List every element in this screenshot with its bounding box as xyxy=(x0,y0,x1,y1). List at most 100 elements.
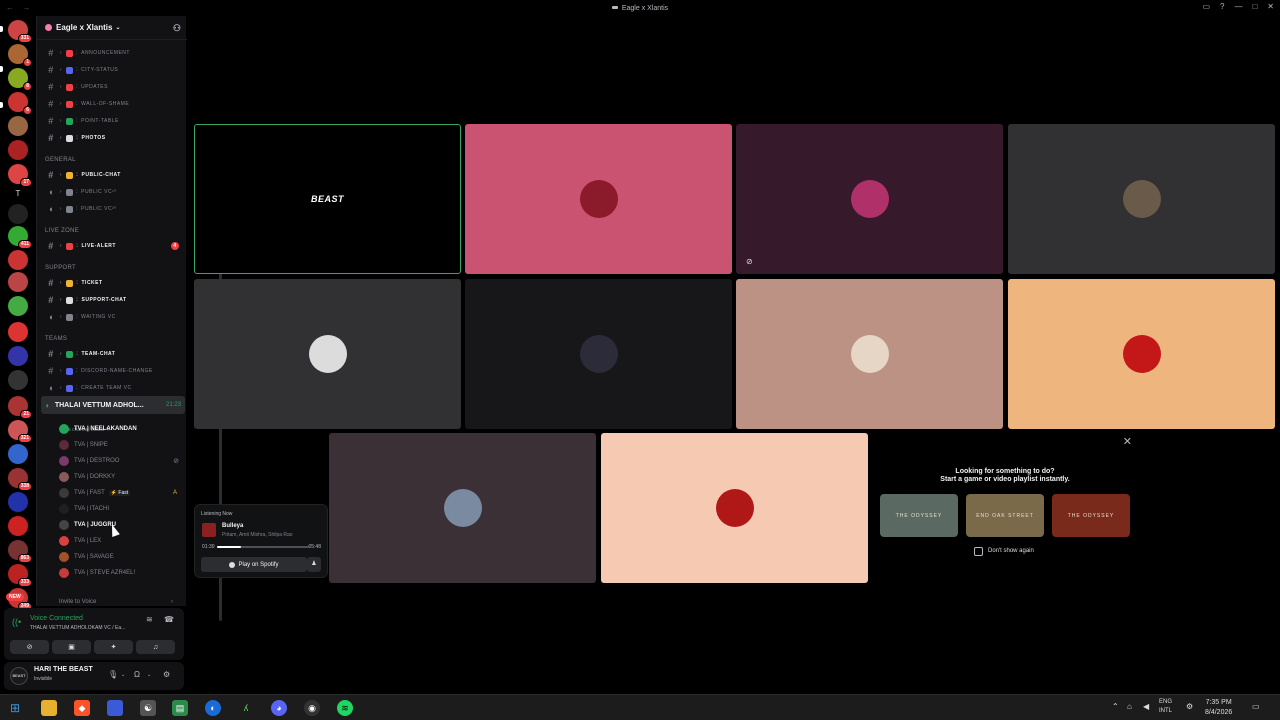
channel-discord-name-change[interactable]: # ›: DISCORD-NAME-CHANGE xyxy=(37,363,185,379)
server-icon[interactable] xyxy=(8,140,28,160)
volume-icon[interactable]: ◀ xyxy=(1143,702,1149,711)
voice-member[interactable]: TVA | NEELAKANDAN xyxy=(59,421,185,437)
server-icon[interactable] xyxy=(8,116,28,136)
add-user-icon[interactable]: ⚇ xyxy=(173,23,181,34)
category-teams[interactable]: TEAMS xyxy=(45,336,67,342)
channel-top-3[interactable]: # ›: WALL-OF-SHAME xyxy=(37,96,185,112)
windows-start-icon[interactable]: ⊞ xyxy=(7,700,23,716)
participant-tile[interactable]: ⊘ xyxy=(736,124,1003,274)
user-profile-button[interactable]: ♟ xyxy=(307,557,321,572)
server-icon[interactable]: 863 xyxy=(8,540,32,563)
server-icon[interactable] xyxy=(8,272,28,292)
voice-member[interactable]: TVA | ITACHI xyxy=(59,501,185,517)
notifications-icon[interactable]: ▭ xyxy=(1252,702,1260,711)
category-general[interactable]: GENERAL xyxy=(45,157,76,163)
server-icon[interactable] xyxy=(8,444,28,464)
server-icon[interactable] xyxy=(8,322,28,342)
channel-waiting-vc[interactable]: ◖ ›: WAITING VC xyxy=(37,309,185,325)
channel-team-chat[interactable]: # ›: TEAM-CHAT xyxy=(37,346,185,362)
app-green-icon[interactable]: ʎ xyxy=(238,700,254,716)
steam-icon[interactable]: ◉ xyxy=(304,700,320,716)
channel-public-vc-2[interactable]: ◖ ›: PUBLIC VC²⁰ xyxy=(37,201,185,217)
participant-tile[interactable] xyxy=(736,279,1003,429)
channel-top-4[interactable]: # ›: POINT-TABLE xyxy=(37,113,185,129)
clock[interactable]: 7:35 PM 8/4/2026 xyxy=(1205,698,1232,718)
maximize-button[interactable]: □ xyxy=(1252,2,1257,11)
microphone-icon[interactable]: 🎙 xyxy=(108,670,118,679)
voice-channel-active[interactable]: ◗ THALAI VETTUM ADHOL... 21:23 xyxy=(41,396,185,414)
gear-icon[interactable]: ⚙ xyxy=(163,670,170,679)
server-icon[interactable] xyxy=(8,346,28,366)
channel-top-2[interactable]: # ›: UPDATES xyxy=(37,79,185,95)
participant-tile[interactable] xyxy=(329,433,596,583)
video-off-button[interactable]: ⊘ xyxy=(10,640,49,654)
category-support[interactable]: SUPPORT xyxy=(45,265,76,271)
channel-public-vc-1[interactable]: ◖ ›: PUBLIC VC¹⁰ xyxy=(37,184,185,200)
channel-support-chat[interactable]: # ›: SUPPORT-CHAT xyxy=(37,292,185,308)
server-icon[interactable] xyxy=(8,204,28,224)
invite-to-voice[interactable]: Invite to Voice › xyxy=(59,599,173,605)
dont-show-checkbox[interactable] xyxy=(974,547,983,556)
channel-top-5[interactable]: # ›: PHOTOS xyxy=(37,130,185,146)
category-live[interactable]: LIVE ZONE xyxy=(45,228,79,234)
server-icon[interactable]: 17 xyxy=(8,164,32,187)
voice-connected-subtitle[interactable]: THALAI VETTUM ADHOLOKAM VC / Ea... xyxy=(30,625,125,631)
server-icon[interactable]: 321 xyxy=(8,420,32,443)
participant-tile[interactable] xyxy=(465,124,732,274)
participant-tile[interactable] xyxy=(1008,124,1275,274)
minimize-button[interactable]: — xyxy=(1234,2,1242,11)
channel-live-alert[interactable]: # ›: LIVE-ALERT 4 xyxy=(37,238,185,254)
participant-tile[interactable] xyxy=(1008,279,1275,429)
song-title[interactable]: Bulleya xyxy=(222,523,243,529)
voice-member[interactable]: TVA | STEVE AZR4EL! xyxy=(59,565,185,581)
dont-show-label[interactable]: Don't show again xyxy=(988,548,1034,554)
network-icon[interactable]: ⌂ xyxy=(1127,702,1132,711)
channel-top-0[interactable]: # ›: ANNOUNCEMENT xyxy=(37,45,185,61)
inbox-icon[interactable]: ▭ xyxy=(1202,2,1210,11)
brave-browser-icon[interactable]: ◆ xyxy=(74,700,90,716)
close-button[interactable]: ✕ xyxy=(1267,2,1274,11)
server-icon[interactable]: 21 xyxy=(8,396,32,419)
screen-share-button[interactable]: ▣ xyxy=(52,640,91,654)
channel-public-chat[interactable]: # ›: PUBLIC-CHAT xyxy=(37,167,185,183)
server-icon[interactable]: T xyxy=(8,184,28,204)
server-icon[interactable]: 1 xyxy=(8,44,32,67)
close-icon[interactable]: ✕ xyxy=(1123,435,1132,448)
voice-member[interactable]: TVA | SNIPE xyxy=(59,437,185,453)
activity-card[interactable]: THE ODYSSEY xyxy=(880,494,958,537)
server-icon[interactable] xyxy=(8,492,28,512)
server-icon[interactable] xyxy=(8,370,28,390)
server-icon[interactable] xyxy=(8,516,28,536)
server-icon[interactable]: 6 xyxy=(8,92,32,115)
disconnect-icon[interactable]: ☎ xyxy=(164,615,174,624)
spotify-taskbar-icon[interactable]: ≋ xyxy=(337,700,353,716)
app-window-icon[interactable] xyxy=(107,700,123,716)
app-gray-icon[interactable]: ☯ xyxy=(140,700,156,716)
user-avatar[interactable]: BEAST xyxy=(10,667,28,685)
signal-icon[interactable]: ((• xyxy=(12,617,21,627)
server-icon[interactable]: 411 xyxy=(8,226,32,249)
activity-card[interactable]: END OAK STREET xyxy=(966,494,1044,537)
server-icon[interactable]: 333 xyxy=(8,564,32,587)
voice-member[interactable]: TVA | SAVAGE xyxy=(59,549,185,565)
activity-card[interactable]: THE ODYSSEY xyxy=(1052,494,1130,537)
tray-chevron-icon[interactable]: ⌃ xyxy=(1112,702,1119,711)
server-header[interactable]: Eagle x Xlantis ⌄ ⚇ xyxy=(37,16,187,40)
server-icon[interactable] xyxy=(8,296,28,316)
help-icon[interactable]: ? xyxy=(1220,2,1224,11)
channel-ticket[interactable]: # ›: TICKET xyxy=(37,275,185,291)
headphones-chevron-icon[interactable]: ⌄ xyxy=(147,672,151,678)
headphones-icon[interactable]: Ω xyxy=(134,670,140,679)
noise-suppression-icon[interactable]: ≋ xyxy=(146,615,153,624)
mic-chevron-icon[interactable]: ⌄ xyxy=(121,672,125,678)
server-icon[interactable]: 8 xyxy=(8,68,32,91)
participant-tile[interactable]: BEAST xyxy=(194,124,461,274)
language-indicator[interactable]: ENG INTL xyxy=(1159,698,1172,716)
voice-member[interactable]: TVA | DESTROO ⊘ xyxy=(59,453,185,469)
voice-member[interactable]: TVA | JUGGRU xyxy=(59,517,185,533)
file-explorer-icon[interactable] xyxy=(41,700,57,716)
participant-tile[interactable] xyxy=(601,433,868,583)
user-name[interactable]: HARI THE BEAST xyxy=(34,666,93,673)
participant-tile[interactable] xyxy=(465,279,732,429)
server-icon[interactable]: 331 xyxy=(8,20,32,43)
